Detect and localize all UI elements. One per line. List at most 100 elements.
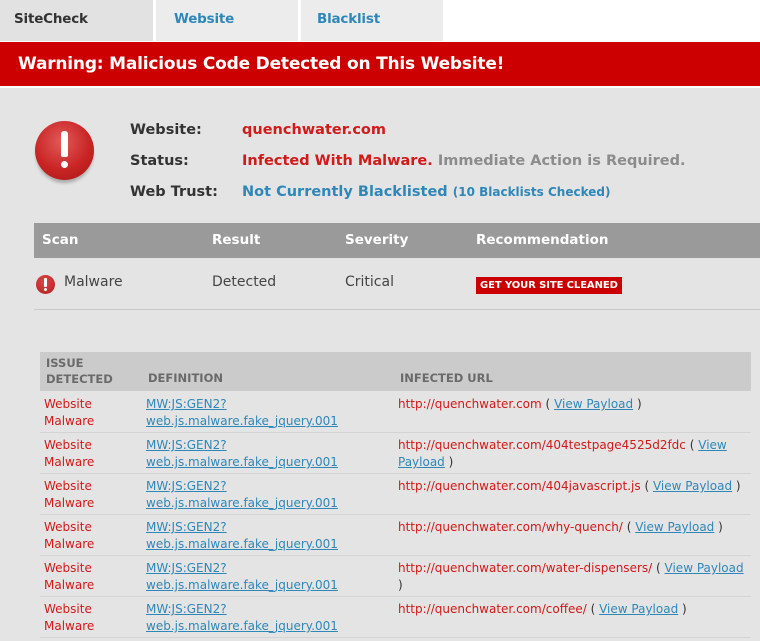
infected-url: http://quenchwater.com/404javascript.js …	[398, 478, 748, 495]
definition-link-primary[interactable]: MW:JS:GEN2?	[146, 602, 227, 616]
scan-result: Detected	[212, 274, 277, 290]
close-paren: )	[636, 397, 642, 411]
web-trust-value: Not Currently Blacklisted	[242, 183, 448, 200]
infected-url: http://quenchwater.com/water-dispensers/…	[398, 560, 748, 594]
view-payload-link[interactable]: View Payload	[635, 520, 714, 534]
website-value: quenchwater.com	[242, 121, 386, 138]
issue-line1: Website	[44, 602, 92, 616]
close-paren: )	[735, 479, 741, 493]
results-panel: Website: quenchwater.com Status: Infecte…	[0, 88, 760, 641]
definition: MW:JS:GEN2? web.js.malware.fake_jquery.00…	[146, 519, 386, 553]
warning-banner: Warning: Malicious Code Detected on This…	[0, 42, 760, 86]
definition: MW:JS:GEN2? web.js.malware.fake_jquery.00…	[146, 437, 386, 471]
open-paren: (	[626, 520, 632, 534]
scan-name: Malware	[64, 274, 123, 290]
details-table-row: Website Malware MW:JS:GEN2? web.js.malware.…	[40, 392, 751, 433]
details-table-row: Website Malware MW:JS:GEN2? web.js.malware.…	[40, 515, 751, 556]
site-summary: Website: quenchwater.com Status: Infecte…	[130, 114, 685, 207]
infected-url-text: http://quenchwater.com/why-quench/	[398, 520, 623, 534]
issue-detected: Website Malware	[44, 437, 134, 471]
definition-link-primary[interactable]: MW:JS:GEN2?	[146, 520, 227, 534]
infected-url-text: http://quenchwater.com/404testpage4525d2…	[398, 438, 686, 452]
website-label: Website:	[130, 121, 202, 138]
scan-severity: Critical	[345, 274, 394, 290]
definition: MW:JS:GEN2? web.js.malware.fake_jquery.00…	[146, 601, 386, 635]
col-severity: Severity	[345, 232, 409, 248]
definition-link-secondary[interactable]: web.js.malware.fake_jquery.001	[146, 578, 338, 592]
get-site-cleaned-button[interactable]: GET YOUR SITE CLEANED	[476, 277, 622, 294]
status-label: Status:	[130, 152, 189, 169]
issue-line2: Malware	[44, 455, 95, 469]
open-paren: (	[644, 479, 650, 493]
col-result: Result	[212, 232, 261, 248]
details-table-row: Website Malware MW:JS:GEN2? web.js.malware.…	[40, 556, 751, 597]
col-infected-url: INFECTED URL	[400, 371, 493, 385]
definition-link-primary[interactable]: MW:JS:GEN2?	[146, 561, 227, 575]
close-paren: )	[718, 520, 723, 534]
definition-link-secondary[interactable]: web.js.malware.fake_jquery.001	[146, 537, 338, 551]
issue-line1: Website	[44, 479, 92, 493]
infected-url: http://quenchwater.com/why-quench/ ( Vie…	[398, 519, 748, 536]
malware-alert-icon	[36, 275, 55, 294]
issue-line2: Malware	[44, 619, 95, 633]
infected-url: http://quenchwater.com ( View Payload )	[398, 396, 748, 413]
issue-line1: Website	[44, 520, 92, 534]
scan-table-header: Scan Result Severity Recommendation	[34, 223, 760, 258]
infected-url-text: http://quenchwater.com	[398, 397, 542, 411]
col-recommendation: Recommendation	[476, 232, 609, 248]
definition-link-primary[interactable]: MW:JS:GEN2?	[146, 479, 227, 493]
details-table-row: Website Malware MW:JS:GEN2? web.js.malware.…	[40, 433, 751, 474]
open-paren: (	[590, 602, 596, 616]
details-table-row: Website Malware MW:JS:GEN2? web.js.malware.…	[40, 597, 751, 638]
definition: MW:JS:GEN2? web.js.malware.fake_jquery.00…	[146, 560, 386, 594]
view-payload-link[interactable]: View Payload	[554, 397, 633, 411]
issue-detected: Website Malware	[44, 560, 134, 594]
issue-line2: Malware	[44, 496, 95, 510]
col-scan: Scan	[42, 232, 79, 248]
infected-url-text: http://quenchwater.com/coffee/	[398, 602, 587, 616]
view-payload-link[interactable]: View Payload	[653, 479, 732, 493]
issue-line2: Malware	[44, 578, 95, 592]
definition-link-secondary[interactable]: web.js.malware.fake_jquery.001	[146, 496, 338, 510]
tab-website-details[interactable]: Website Details	[156, 0, 298, 65]
details-table-header: ISSUE DETECTED DEFINITION INFECTED URL	[40, 352, 751, 391]
open-paren: (	[545, 397, 551, 411]
tab-blacklist-status[interactable]: Blacklist Status	[301, 0, 443, 65]
issue-detected: Website Malware	[44, 519, 134, 553]
status-value: Infected With Malware.	[242, 152, 433, 169]
close-paren: )	[682, 602, 687, 616]
col-issue-line2: DETECTED	[46, 372, 113, 386]
col-definition: DEFINITION	[148, 371, 223, 385]
close-paren: )	[398, 578, 403, 592]
website-row: Website: quenchwater.com	[130, 114, 685, 145]
close-paren: )	[448, 455, 454, 469]
alert-exclamation-icon	[35, 121, 94, 180]
scan-row: Malware Detected Critical GET YOUR SITE …	[34, 258, 760, 310]
tab-sitecheck-results[interactable]: SiteCheck Results	[0, 0, 153, 65]
issue-line1: Website	[44, 438, 92, 452]
issue-detected: Website Malware	[44, 601, 134, 635]
issue-line2: Malware	[44, 414, 95, 428]
definition-link-primary[interactable]: MW:JS:GEN2?	[146, 397, 227, 411]
definition: MW:JS:GEN2? web.js.malware.fake_jquery.00…	[146, 478, 386, 512]
infected-url-text: http://quenchwater.com/404javascript.js	[398, 479, 641, 493]
infected-url: http://quenchwater.com/coffee/ ( View Pa…	[398, 601, 748, 618]
details-table-row: Website Malware MW:JS:GEN2? web.js.malware.…	[40, 474, 751, 515]
issue-line1: Website	[44, 397, 92, 411]
definition-link-secondary[interactable]: web.js.malware.fake_jquery.001	[146, 455, 338, 469]
blacklists-checked-note: (10 Blacklists Checked)	[452, 184, 611, 199]
definition-link-secondary[interactable]: web.js.malware.fake_jquery.001	[146, 619, 338, 633]
infected-url-text: http://quenchwater.com/water-dispensers/	[398, 561, 653, 575]
issue-detected: Website Malware	[44, 478, 134, 512]
web-trust-label: Web Trust:	[130, 183, 218, 200]
view-payload-link[interactable]: View Payload	[665, 561, 744, 575]
col-issue-detected: ISSUE DETECTED	[46, 355, 113, 387]
tab-bar: SiteCheck Results Website Details Blackl…	[0, 0, 446, 65]
definition-link-secondary[interactable]: web.js.malware.fake_jquery.001	[146, 414, 338, 428]
issue-detected: Website Malware	[44, 396, 134, 430]
web-trust-row: Web Trust: Not Currently Blacklisted (10…	[130, 176, 685, 207]
definition-link-primary[interactable]: MW:JS:GEN2?	[146, 438, 227, 452]
status-row: Status: Infected With Malware. Immediate…	[130, 145, 685, 176]
col-issue-line1: ISSUE	[46, 356, 84, 370]
view-payload-link[interactable]: View Payload	[599, 602, 678, 616]
